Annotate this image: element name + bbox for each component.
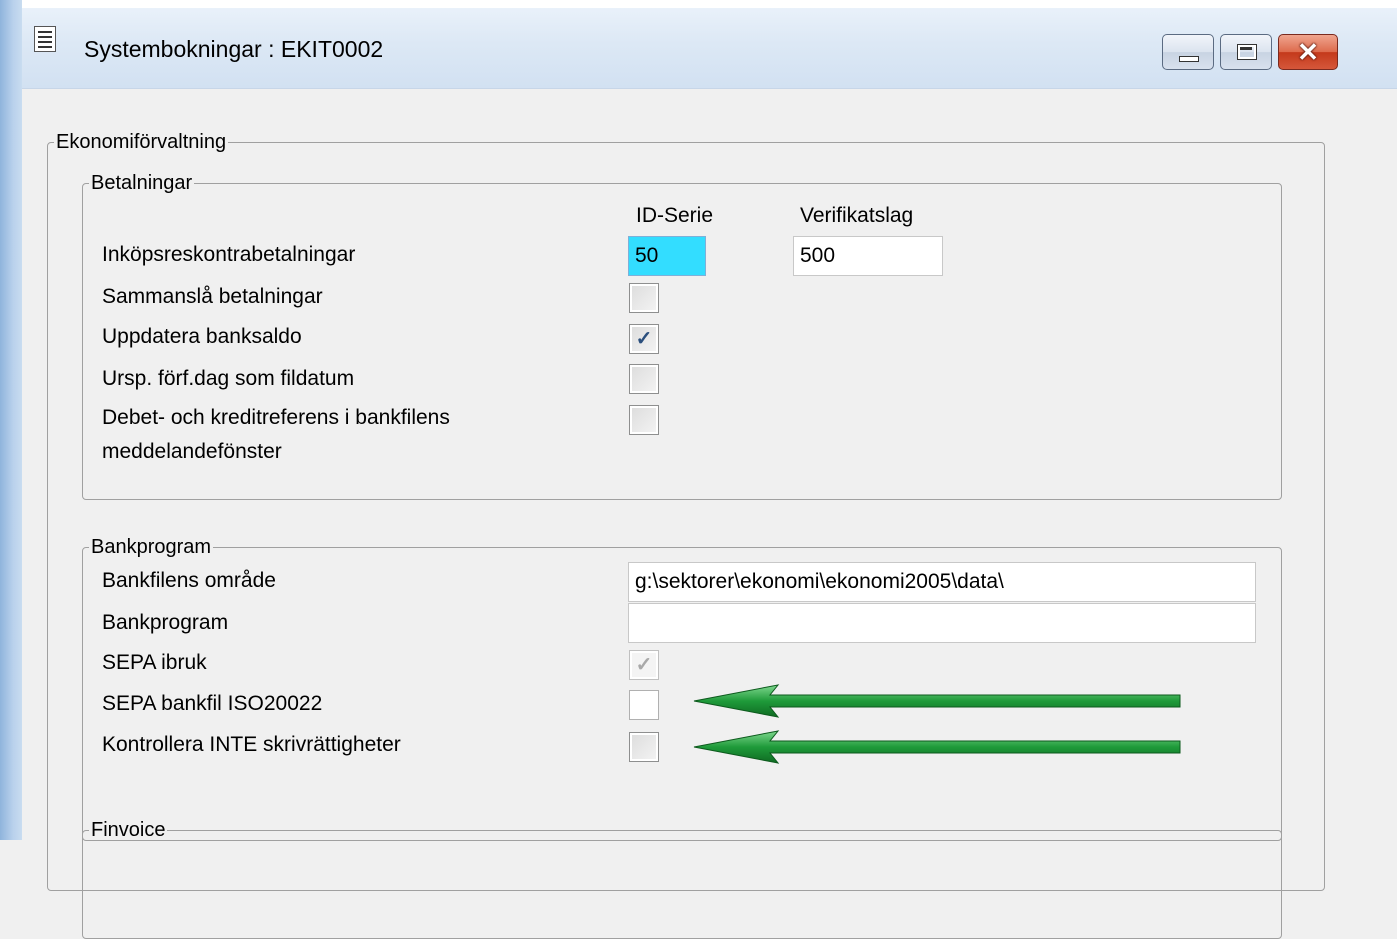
verifikatslag-input[interactable] [793, 236, 943, 276]
close-button[interactable]: ✕ [1278, 34, 1338, 70]
sepa-ibruk-checkbox[interactable]: ✓ [629, 650, 659, 680]
ursp-forfdag-checkbox[interactable] [629, 364, 659, 394]
group-betalningar-legend: Betalningar [91, 172, 193, 194]
minimize-button[interactable] [1162, 34, 1214, 70]
uppdatera-banksaldo-checkbox[interactable]: ✓ [629, 324, 659, 354]
maximize-icon [1237, 44, 1257, 60]
column-header-verifikatslag: Verifikatslag [800, 204, 914, 227]
label-sammansla-betalningar: Sammanslå betalningar [102, 285, 323, 308]
document-icon [34, 26, 56, 52]
close-icon: ✕ [1297, 37, 1319, 67]
label-bankfilens-omrade: Bankfilens område [102, 569, 276, 592]
sepa-bankfil-iso20022-checkbox[interactable] [629, 690, 659, 720]
green-arrow-icon [693, 684, 1181, 718]
green-arrow-icon [693, 730, 1181, 764]
dialog-client-area: Ekonomiförvaltning Betalningar ID-Serie … [22, 89, 1397, 939]
bankprogram-input[interactable] [628, 603, 1256, 643]
checkmark-icon: ✓ [635, 328, 653, 350]
bankfilens-omrade-input[interactable] [628, 562, 1256, 602]
kontrollera-inte-skrivrattigheter-checkbox[interactable] [629, 732, 659, 762]
column-header-id-serie: ID-Serie [636, 204, 714, 227]
group-bankprogram-legend: Bankprogram [91, 536, 212, 558]
label-inkopsreskontrabetalningar: Inköpsreskontrabetalningar [102, 243, 356, 266]
group-finvoice-legend: Finvoice [91, 819, 166, 841]
maximize-button[interactable] [1220, 34, 1272, 70]
label-uppdatera-banksaldo: Uppdatera banksaldo [102, 325, 302, 348]
label-debet-kreditreferens: Debet- och kreditreferens i bankfilens m… [102, 406, 450, 463]
label-kontrollera-inte-skrivrattigheter: Kontrollera INTE skrivrättigheter [102, 733, 401, 756]
minimize-icon [1179, 56, 1199, 62]
label-ursp-forfdag: Ursp. förf.dag som fildatum [102, 367, 355, 390]
window-titlebar[interactable]: Systembokningar : EKIT0002 ✕ [22, 8, 1397, 89]
window-left-frame [0, 0, 22, 840]
label-bankprogram: Bankprogram [102, 611, 229, 634]
id-serie-input[interactable] [628, 236, 706, 276]
group-ekonomiforvaltning-legend: Ekonomiförvaltning [56, 131, 227, 153]
label-sepa-bankfil-iso20022: SEPA bankfil ISO20022 [102, 692, 323, 715]
label-sepa-ibruk: SEPA ibruk [102, 651, 207, 674]
debet-kreditreferens-checkbox[interactable] [629, 405, 659, 435]
window-top-edge [0, 0, 1397, 8]
window-title: Systembokningar : EKIT0002 [84, 36, 384, 62]
group-finvoice: Finvoice [82, 819, 1282, 939]
checkmark-icon: ✓ [635, 654, 653, 676]
sammansla-betalningar-checkbox[interactable] [629, 283, 659, 313]
